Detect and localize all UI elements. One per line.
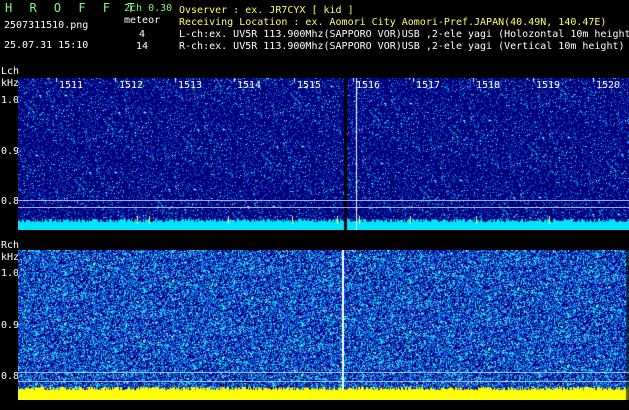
time-mark-1515: 1515	[297, 80, 322, 91]
lch-ref-line-lower	[18, 207, 629, 208]
rch-tick-0-9: 0.9	[1, 320, 20, 331]
lch-receiver-info: L-ch:ex. UV5R 113.900Mhz(SAPPORO VOR)USB…	[179, 29, 629, 40]
time-mark-1518: 1518	[476, 80, 501, 91]
rch-meteor-count: 14	[136, 41, 149, 52]
time-mark-1519: 1519	[536, 80, 561, 91]
rch-ref-line-upper	[18, 372, 629, 373]
time-mark-1513: 1513	[178, 80, 203, 91]
lch-channel-label: Lch	[1, 66, 20, 77]
meteor-label: meteor	[124, 15, 161, 26]
rch-receiver-info: R-ch:ex. UV5R 113.900Mhz(SAPPORO VOR)USB…	[179, 41, 625, 52]
location-info: Receiving Location : ex. Aomori City Aom…	[179, 17, 607, 28]
lch-ref-line-upper	[18, 200, 629, 201]
lch-meteor-count: 4	[139, 29, 146, 40]
lch-tick-1-0: 1.0	[1, 95, 20, 106]
time-mark-1516: 1516	[356, 80, 381, 91]
lch-unit-label: kHz	[1, 78, 20, 89]
rch-tick-0-8: 0.8	[1, 371, 20, 382]
time-mark-1511: 1511	[59, 80, 84, 91]
time-mark-1517: 1517	[416, 80, 441, 91]
filename-label: 2507311510.png	[4, 20, 89, 31]
time-mark-1514: 1514	[237, 80, 262, 91]
app-title: H R O F F T	[5, 1, 140, 15]
time-mark-1512: 1512	[119, 80, 144, 91]
datetime-label: 25.07.31 15:10	[4, 40, 89, 51]
app-version: 2ch 0.30	[124, 3, 173, 14]
time-mark-1520: 1520	[596, 80, 621, 91]
rch-tick-1-0: 1.0	[1, 268, 20, 279]
rch-channel-label: Rch	[1, 240, 20, 251]
rch-ref-line-lower	[18, 381, 629, 382]
lch-tick-0-9: 0.9	[1, 146, 20, 157]
lch-tick-0-8: 0.8	[1, 196, 20, 207]
observer-info: Ovserver : ex. JR7CYX [ kid ]	[179, 5, 354, 16]
rch-unit-label: kHz	[1, 252, 20, 263]
rch-waterfall	[18, 250, 629, 400]
